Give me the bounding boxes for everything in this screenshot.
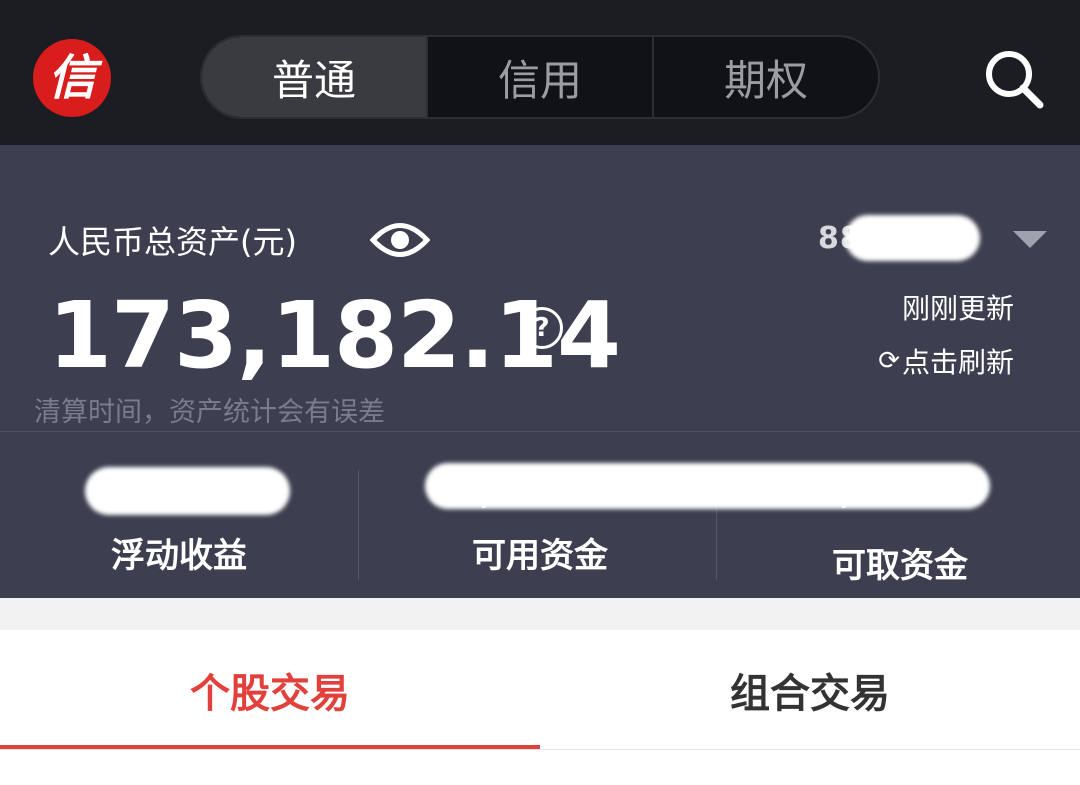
section-gap (0, 598, 1080, 630)
settlement-note: 清算时间，资产统计会有误差 (34, 397, 385, 428)
divider (358, 470, 359, 580)
tab-single-stock-trade[interactable]: 个股交易 (0, 630, 540, 750)
logo-glyph: 信 (47, 50, 96, 106)
redaction-mark (85, 467, 290, 515)
chevron-down-icon[interactable] (1013, 231, 1047, 248)
update-status: 刚刚更新 (901, 292, 1014, 325)
metric-withdrawable-funds[interactable]: 1,390.14 可取资金 (720, 432, 1080, 598)
tab-normal[interactable]: 普通 (202, 37, 426, 117)
app-logo: 信 (33, 39, 111, 117)
redaction-mark (425, 463, 990, 509)
top-bar: 信 普通 信用 期权 (0, 0, 1080, 145)
asset-summary-panel: 人民币总资产(元) 88 53 173,182.14 ? 刚刚更新 ⟳ 点击刷新… (0, 145, 1080, 598)
trade-tabs: 个股交易 组合交易 (0, 630, 1080, 750)
refresh-button[interactable]: ⟳ 点击刷新 (878, 341, 1014, 381)
tab-credit[interactable]: 信用 (426, 37, 652, 117)
refresh-label: 点击刷新 (901, 346, 1014, 379)
eye-icon[interactable] (370, 217, 430, 263)
tab-portfolio-trade[interactable]: 组合交易 (540, 630, 1080, 750)
total-assets-label: 人民币总资产(元) (48, 223, 297, 261)
metric-floating-profit[interactable]: 浮动收益 (0, 432, 358, 598)
refresh-icon: ⟳ (878, 346, 900, 376)
account-type-switch: 普通 信用 期权 (200, 35, 880, 119)
metric-label: 可用资金 (472, 536, 608, 576)
help-icon[interactable]: ? (521, 307, 563, 349)
metric-available-funds[interactable]: 1,390.14 可用资金 (361, 432, 719, 598)
tab-options[interactable]: 期权 (652, 37, 878, 117)
metric-label: 浮动收益 (111, 536, 247, 576)
search-icon[interactable] (982, 47, 1046, 111)
metric-label: 可取资金 (832, 546, 968, 586)
redaction-mark (845, 215, 980, 261)
divider (0, 749, 1080, 750)
